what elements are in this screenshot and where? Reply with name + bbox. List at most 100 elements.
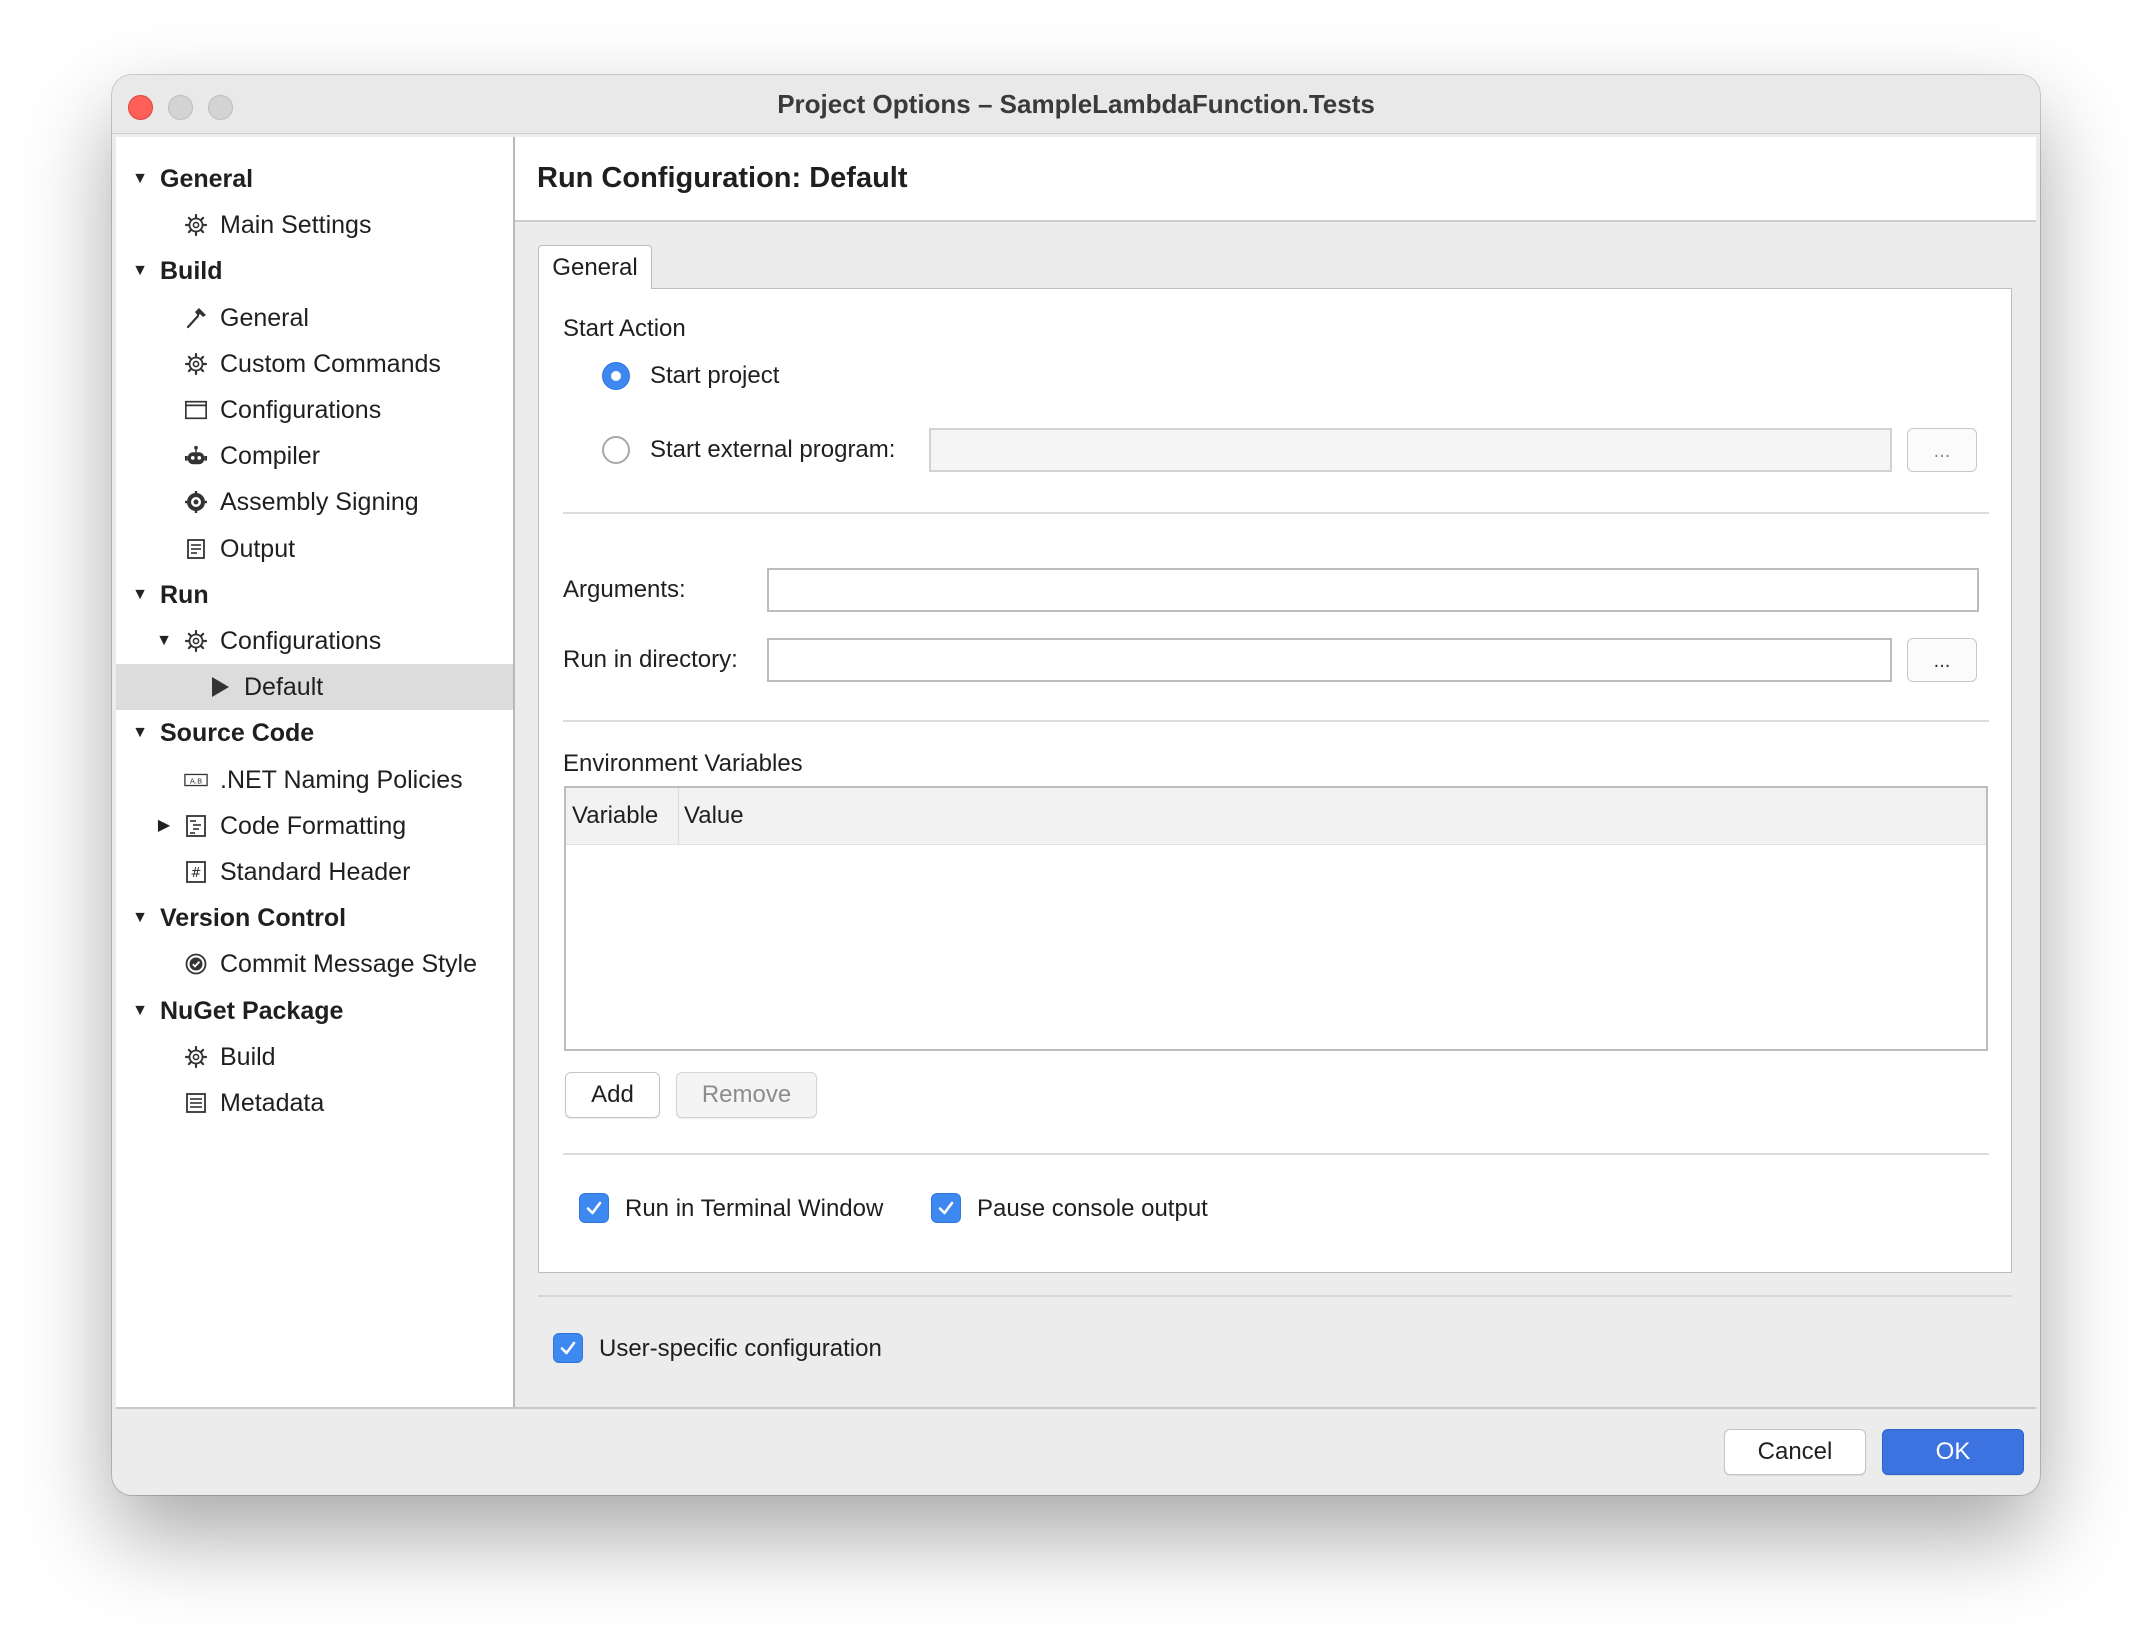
sidebar-item-label: Configurations xyxy=(220,627,382,655)
checkmark-icon xyxy=(586,1201,602,1215)
sidebar-item-commit-message-style[interactable]: Commit Message Style xyxy=(116,941,513,987)
sidebar-item-metadata[interactable]: Metadata xyxy=(116,1080,513,1126)
sidebar-item-default[interactable]: Default xyxy=(116,664,513,711)
naming-icon: A.B xyxy=(184,768,208,792)
pause-console-checkbox[interactable] xyxy=(931,1193,961,1223)
run-in-terminal-label[interactable]: Run in Terminal Window xyxy=(625,1194,883,1224)
sidebar-item-label: General xyxy=(160,165,254,193)
disclosure-expanded-icon[interactable]: ▼ xyxy=(154,618,174,664)
start-external-radio[interactable] xyxy=(602,436,630,464)
main-pane: Run Configuration: Default General Start… xyxy=(515,137,2036,1407)
user-specific-checkbox[interactable] xyxy=(553,1333,583,1363)
sidebar-section-source-code[interactable]: ▼ Source Code xyxy=(116,710,513,756)
dialog-footer: Cancel OK xyxy=(116,1407,2036,1495)
sidebar-item-label: Source Code xyxy=(160,719,315,748)
sidebar-item-label: Run xyxy=(160,580,209,609)
sidebar-item-label: Output xyxy=(220,534,296,563)
sidebar-item-output[interactable]: Output xyxy=(116,526,513,572)
disclosure-expanded-icon[interactable]: ▼ xyxy=(130,710,150,756)
start-external-label[interactable]: Start external program: xyxy=(650,435,895,465)
disclosure-expanded-icon[interactable]: ▼ xyxy=(130,895,150,941)
svg-text:#: # xyxy=(191,866,202,881)
sidebar-section-version-control[interactable]: ▼ Version Control xyxy=(116,895,513,941)
cancel-button[interactable]: Cancel xyxy=(1724,1429,1866,1475)
sidebar-item-compiler[interactable]: Compiler xyxy=(116,433,513,479)
sidebar-item-code-formatting[interactable]: ▶ Code Formatting xyxy=(116,803,513,849)
column-header-value[interactable]: Value xyxy=(684,788,744,844)
divider xyxy=(538,1295,2012,1297)
sidebar-item-assembly-signing[interactable]: Assembly Signing xyxy=(116,479,513,525)
external-program-browse-button[interactable]: ... xyxy=(1907,428,1977,472)
checkmark-icon xyxy=(938,1201,954,1215)
external-program-input[interactable] xyxy=(929,428,1892,472)
title-bar: Project Options – SampleLambdaFunction.T… xyxy=(112,75,2040,134)
user-specific-label[interactable]: User-specific configuration xyxy=(599,1334,882,1364)
play-icon xyxy=(208,675,232,699)
start-project-radio[interactable] xyxy=(602,362,630,390)
gear-icon xyxy=(184,1045,208,1069)
gear-icon xyxy=(184,629,208,653)
checkmark-icon xyxy=(560,1341,576,1355)
sidebar-item-configurations[interactable]: ▼ Configurations xyxy=(116,618,513,664)
check-circle-icon xyxy=(184,952,208,976)
sidebar-item-net-naming-policies[interactable]: A.B .NET Naming Policies xyxy=(116,757,513,803)
tab-general[interactable]: General xyxy=(538,245,652,289)
page-title: Run Configuration: Default xyxy=(537,162,908,194)
sidebar-section-build[interactable]: ▼ Build xyxy=(116,248,513,294)
gear-icon xyxy=(184,352,208,376)
sidebar-item-label: Build xyxy=(220,1042,276,1071)
table-header: Variable Value xyxy=(566,788,1986,845)
sidebar-section-nuget-package[interactable]: ▼ NuGet Package xyxy=(116,988,513,1034)
run-directory-label: Run in directory: xyxy=(563,646,738,673)
divider xyxy=(563,1153,1989,1155)
run-in-terminal-checkbox[interactable] xyxy=(579,1193,609,1223)
divider xyxy=(563,512,1989,514)
run-directory-input[interactable] xyxy=(767,638,1892,682)
sidebar-item-custom-commands[interactable]: Custom Commands xyxy=(116,341,513,387)
start-project-label[interactable]: Start project xyxy=(650,361,779,391)
column-header-variable[interactable]: Variable xyxy=(572,788,658,844)
sidebar-item-label: Configurations xyxy=(220,396,382,424)
disclosure-expanded-icon[interactable]: ▼ xyxy=(130,572,150,618)
start-action-label: Start Action xyxy=(563,315,686,342)
environment-variables-table[interactable]: Variable Value xyxy=(564,786,1988,1051)
pause-console-label[interactable]: Pause console output xyxy=(977,1194,1208,1224)
disclosure-expanded-icon[interactable]: ▼ xyxy=(130,988,150,1034)
disclosure-expanded-icon[interactable]: ▼ xyxy=(130,156,150,202)
sidebar-item-label: Custom Commands xyxy=(220,349,441,378)
add-variable-button[interactable]: Add xyxy=(565,1072,660,1118)
disclosure-expanded-icon[interactable]: ▼ xyxy=(130,248,150,294)
divider xyxy=(563,720,1989,722)
disclosure-collapsed-icon[interactable]: ▶ xyxy=(154,803,174,849)
sidebar-item-configurations[interactable]: Configurations xyxy=(116,387,513,433)
sidebar-item-label: Metadata xyxy=(220,1089,325,1117)
svg-text:A.B: A.B xyxy=(190,776,202,785)
project-options-window: Project Options – SampleLambdaFunction.T… xyxy=(112,75,2040,1495)
arguments-label: Arguments: xyxy=(563,576,686,603)
sidebar-item-standard-header[interactable]: # Standard Header xyxy=(116,849,513,895)
sidebar-item-label: .NET Naming Policies xyxy=(220,765,463,794)
sidebar-item-label: Standard Header xyxy=(220,858,411,886)
document-icon xyxy=(184,537,208,561)
sidebar-item-label: Default xyxy=(244,673,324,702)
arguments-input[interactable] xyxy=(767,568,1979,612)
sidebar-item-build[interactable]: Build xyxy=(116,1034,513,1080)
column-separator xyxy=(678,788,679,844)
sidebar-item-general[interactable]: General xyxy=(116,295,513,341)
sidebar-section-run[interactable]: ▼ Run xyxy=(116,572,513,618)
sidebar-item-label: Assembly Signing xyxy=(220,488,419,517)
gear-icon xyxy=(184,213,208,237)
run-directory-browse-button[interactable]: ... xyxy=(1907,638,1977,682)
sidebar-item-label: General xyxy=(220,303,309,332)
seal-icon xyxy=(184,490,208,514)
hash-icon: # xyxy=(184,860,208,884)
sidebar-item-label: Version Control xyxy=(160,904,347,933)
general-tab-panel: Start Action Start project Start externa… xyxy=(538,288,2012,1273)
remove-variable-button[interactable]: Remove xyxy=(676,1072,817,1118)
sidebar-item-label: Commit Message Style xyxy=(220,950,478,979)
sidebar-item-label: Code Formatting xyxy=(220,811,407,840)
sidebar-item-main-settings[interactable]: Main Settings xyxy=(116,202,513,248)
window-icon xyxy=(184,398,208,422)
sidebar-section-general[interactable]: ▼ General xyxy=(116,156,513,202)
ok-button[interactable]: OK xyxy=(1882,1429,2024,1475)
